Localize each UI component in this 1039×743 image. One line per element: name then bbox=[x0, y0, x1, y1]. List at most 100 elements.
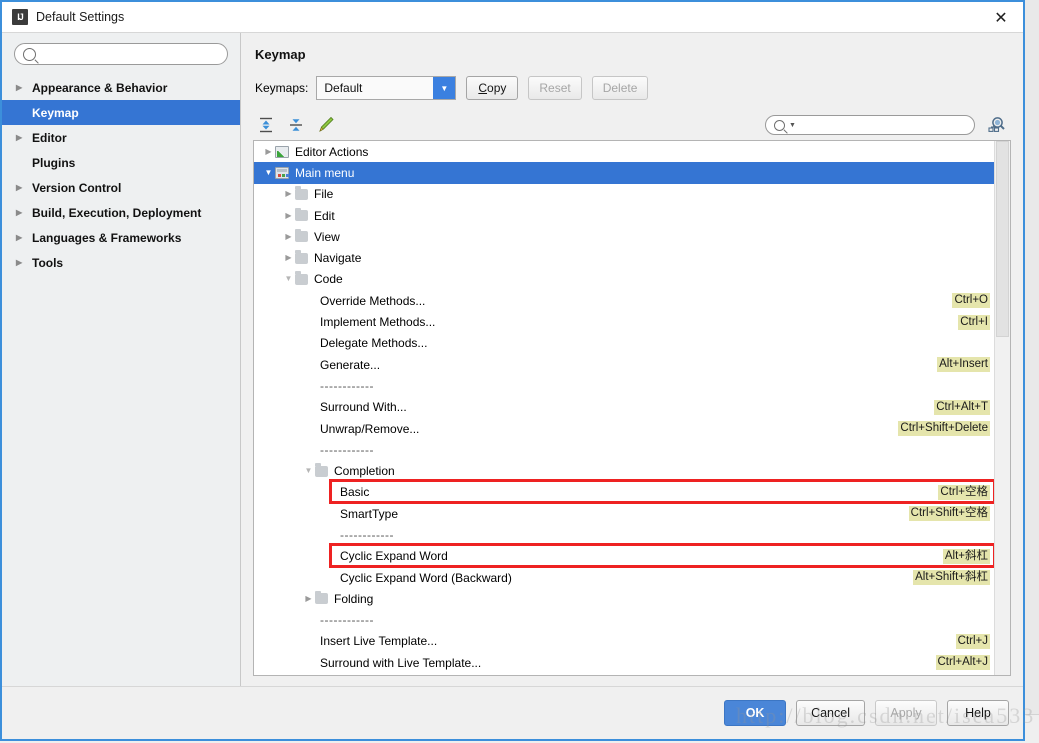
chevron-right-icon[interactable]: ▶ bbox=[302, 594, 315, 603]
sidebar-item-languages-frameworks[interactable]: ▶ Languages & Frameworks bbox=[2, 225, 240, 250]
apply-button[interactable]: Apply bbox=[875, 700, 937, 726]
chevron-down-icon[interactable]: ▼ bbox=[282, 275, 295, 283]
sidebar-item-label: Editor bbox=[32, 130, 67, 145]
chevron-right-icon[interactable]: ▶ bbox=[16, 83, 30, 92]
dialog-title: Default Settings bbox=[36, 10, 125, 24]
folder-icon bbox=[295, 228, 308, 243]
folder-icon bbox=[295, 250, 308, 264]
settings-dialog: IJ Default Settings ✕ ▶ Appearance & Beha… bbox=[0, 0, 1025, 741]
sidebar-item-label: Build, Execution, Deployment bbox=[32, 205, 202, 220]
folder-icon bbox=[315, 463, 328, 477]
ok-button[interactable]: OK bbox=[724, 700, 787, 726]
sidebar-item-keymap[interactable]: Keymap bbox=[2, 100, 240, 125]
help-button[interactable]: Help bbox=[947, 700, 1009, 726]
tree-row[interactable]: SmartType Ctrl+Shift+空格 bbox=[254, 503, 994, 524]
copy-button-label-rest: opy bbox=[487, 81, 507, 95]
tree-row-label: Insert Live Template... bbox=[320, 634, 438, 649]
action-group-icon bbox=[275, 145, 289, 158]
tree-row[interactable]: ▼ Main menu bbox=[254, 162, 994, 184]
tree-row[interactable]: ▼ Code bbox=[254, 269, 994, 290]
scrollbar-thumb[interactable] bbox=[996, 141, 1009, 337]
tree-row-label: Code bbox=[314, 272, 343, 287]
chevron-right-icon[interactable]: ▶ bbox=[282, 211, 295, 220]
keymap-search-input[interactable] bbox=[795, 118, 966, 132]
tree-row[interactable]: ▶ Editor Actions bbox=[254, 141, 994, 162]
tree-row[interactable]: ▶ View bbox=[254, 226, 994, 247]
sidebar-item-version-control[interactable]: ▶ Version Control bbox=[2, 175, 240, 200]
sidebar-item-editor[interactable]: ▶ Editor bbox=[2, 125, 240, 150]
folder-icon bbox=[295, 271, 308, 285]
find-by-shortcut-icon[interactable] bbox=[985, 114, 1007, 136]
tree-row[interactable]: ▶ Navigate bbox=[254, 247, 994, 268]
tree-row[interactable]: Surround with Live Template... Ctrl+Alt+J bbox=[254, 652, 994, 673]
chevron-down-icon[interactable]: ▼ bbox=[789, 122, 796, 129]
settings-search-input[interactable] bbox=[42, 46, 219, 62]
sidebar-item-plugins[interactable]: Plugins bbox=[2, 150, 240, 175]
sidebar-item-label: Plugins bbox=[32, 155, 76, 170]
chevron-right-icon[interactable]: ▶ bbox=[16, 183, 30, 192]
folder-icon bbox=[315, 590, 328, 605]
chevron-down-icon: ▼ bbox=[433, 77, 456, 99]
delete-button[interactable]: Delete bbox=[591, 76, 649, 100]
reset-button[interactable]: Reset bbox=[528, 76, 582, 100]
tree-row[interactable]: ------------ bbox=[254, 524, 994, 545]
sidebar-item-build-execution-deployment[interactable]: ▶ Build, Execution, Deployment bbox=[2, 200, 240, 225]
chevron-right-icon[interactable]: ▶ bbox=[16, 258, 30, 267]
expand-all-icon[interactable] bbox=[255, 114, 277, 136]
search-icon bbox=[774, 119, 785, 131]
tree-row-label: Basic bbox=[340, 485, 370, 500]
tree-row[interactable]: Surround With... Ctrl+Alt+T bbox=[254, 397, 994, 418]
tree-row[interactable]: Insert Live Template... Ctrl+J bbox=[254, 631, 994, 652]
chevron-right-icon[interactable]: ▶ bbox=[16, 208, 30, 217]
keymap-panel: Keymap Keymaps: Default ▼ Copy Reset Del… bbox=[241, 33, 1023, 686]
tree-row[interactable]: ▼ Completion bbox=[254, 460, 994, 481]
tree-row[interactable]: Basic Ctrl+空格 bbox=[254, 482, 994, 503]
tree-row[interactable]: Override Methods... Ctrl+O bbox=[254, 290, 994, 311]
chevron-right-icon[interactable]: ▶ bbox=[262, 147, 275, 156]
tree-row[interactable]: ▶ Edit bbox=[254, 205, 994, 226]
tree-row-label: View bbox=[314, 229, 340, 244]
tree-row[interactable]: Delegate Methods... bbox=[254, 333, 994, 354]
sidebar-item-appearance-behavior[interactable]: ▶ Appearance & Behavior bbox=[2, 75, 240, 100]
copy-button[interactable]: Copy bbox=[466, 76, 519, 100]
chevron-down-icon[interactable]: ▼ bbox=[262, 168, 275, 177]
tree-row[interactable]: ▶ Folding bbox=[254, 588, 994, 609]
collapse-all-icon[interactable] bbox=[285, 114, 307, 136]
sidebar-item-label: Keymap bbox=[32, 105, 79, 120]
keymap-tree[interactable]: ▶ Editor Actions ▼ Main menu ▶ File ▶ Edit ▶ View… bbox=[254, 141, 994, 675]
tree-row[interactable]: ▶ File bbox=[254, 184, 994, 205]
tree-row[interactable]: ------------ bbox=[254, 439, 994, 460]
tree-row[interactable]: Cyclic Expand Word Alt+斜杠 bbox=[254, 546, 994, 567]
keyboard-shortcut-badge: Ctrl+Shift+Delete bbox=[898, 421, 990, 436]
settings-search-box[interactable] bbox=[14, 43, 228, 65]
chevron-right-icon[interactable]: ▶ bbox=[16, 133, 30, 142]
chevron-down-icon[interactable]: ▼ bbox=[302, 467, 315, 475]
close-icon[interactable]: ✕ bbox=[979, 2, 1023, 32]
pencil-edit-icon[interactable] bbox=[315, 114, 337, 136]
keymap-select[interactable]: Default ▼ bbox=[316, 76, 457, 100]
sidebar-item-tools[interactable]: ▶ Tools bbox=[2, 250, 240, 275]
keymap-selector-row: Keymaps: Default ▼ Copy Reset Delete bbox=[255, 76, 1011, 100]
keyboard-shortcut-badge: Ctrl+Alt+J bbox=[935, 655, 990, 671]
chevron-right-icon[interactable]: ▶ bbox=[282, 190, 295, 198]
tree-row-label: Cyclic Expand Word bbox=[340, 549, 448, 564]
tree-row[interactable]: Generate... Alt+Insert bbox=[254, 354, 994, 375]
chevron-right-icon[interactable]: ▶ bbox=[282, 254, 295, 262]
keymap-search-box[interactable]: ▼ bbox=[765, 115, 975, 135]
keyboard-shortcut-badge: Ctrl+J bbox=[955, 633, 990, 649]
tree-row[interactable]: ------------ bbox=[254, 610, 994, 631]
chevron-right-icon[interactable]: ▶ bbox=[282, 232, 295, 241]
keyboard-shortcut-badge: Ctrl+空格 bbox=[938, 484, 990, 500]
cancel-button[interactable]: Cancel bbox=[796, 700, 865, 726]
tree-row[interactable]: ------------ bbox=[254, 375, 994, 396]
tree-row[interactable]: Unwrap/Remove... Ctrl+Shift+Delete bbox=[254, 418, 994, 439]
tree-separator: ------------ bbox=[340, 527, 394, 542]
folder-icon bbox=[295, 186, 308, 200]
tree-row[interactable]: Implement Methods... Ctrl+I bbox=[254, 311, 994, 332]
sidebar-item-label: Appearance & Behavior bbox=[32, 80, 168, 95]
tree-vertical-scrollbar[interactable] bbox=[994, 141, 1010, 675]
tree-row-label: Override Methods... bbox=[320, 293, 426, 308]
tree-row[interactable]: Cyclic Expand Word (Backward) Alt+Shift+斜… bbox=[254, 567, 994, 588]
sidebar-search-wrapper bbox=[2, 33, 240, 73]
chevron-right-icon[interactable]: ▶ bbox=[16, 233, 30, 242]
